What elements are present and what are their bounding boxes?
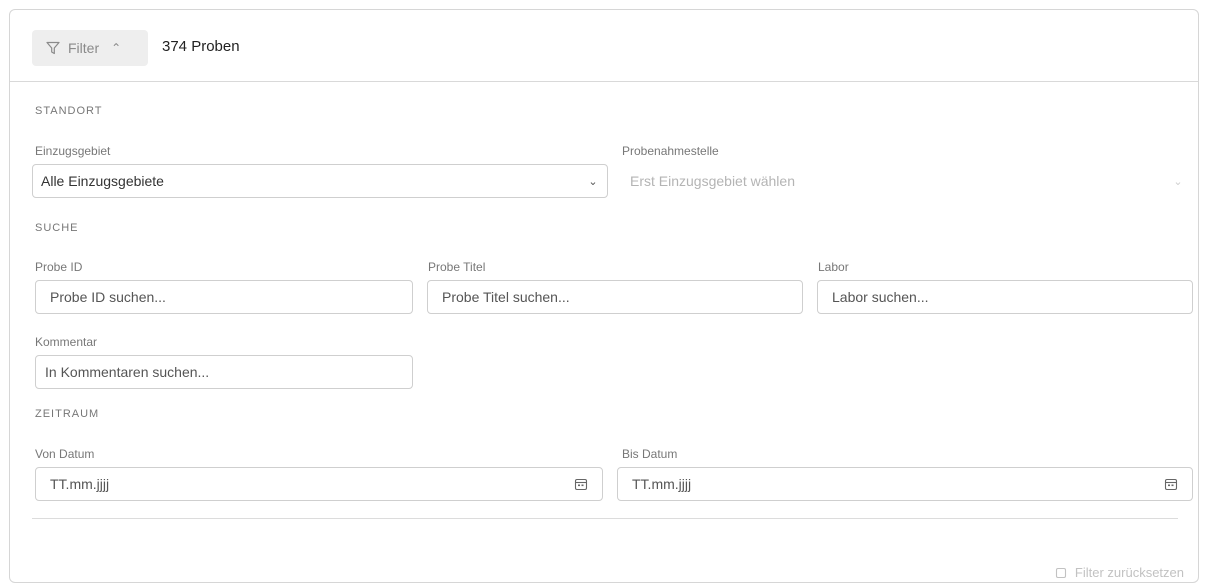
section-title-suche: SUCHE [35,222,79,234]
einzugsgebiet-value: Alle Einzugsgebiete [41,173,164,189]
probe-titel-label: Probe Titel [428,260,486,274]
filter-header: Filter ⌃ 374 Proben [10,10,1198,82]
section-title-zeitraum: ZEITRAUM [35,408,100,420]
kommentar-input[interactable] [45,364,412,380]
kommentar-field[interactable] [35,355,413,389]
chevron-up-icon: ⌃ [111,41,122,55]
filter-toggle-label: Filter [68,40,100,56]
filter-panel: Filter ⌃ 374 Proben STANDORT Einzugsgebi… [9,9,1199,583]
probe-id-field[interactable] [35,280,413,314]
probe-titel-input[interactable] [442,289,802,305]
probenahmestelle-value: Erst Einzugsgebiet wählen [630,173,795,189]
filter-icon [46,41,60,55]
einzugsgebiet-label: Einzugsgebiet [35,144,111,158]
divider [32,518,1178,519]
probe-titel-field[interactable] [427,280,803,314]
labor-label: Labor [818,260,849,274]
labor-input[interactable] [832,289,1192,305]
probe-id-input[interactable] [50,289,412,305]
bis-datum-field[interactable] [617,467,1193,501]
bis-datum-input[interactable] [632,476,1192,492]
bis-datum-label: Bis Datum [622,447,678,461]
calendar-icon[interactable] [574,477,588,491]
von-datum-input[interactable] [50,476,602,492]
calendar-icon[interactable] [1164,477,1178,491]
labor-field[interactable] [817,280,1193,314]
chevron-down-icon: ⌄ [588,175,598,188]
von-datum-label: Von Datum [35,447,95,461]
einzugsgebiet-select[interactable]: Alle Einzugsgebiete ⌄ [32,164,608,198]
kommentar-label: Kommentar [35,335,98,349]
von-datum-field[interactable] [35,467,603,501]
chevron-down-icon: ⌄ [1173,175,1183,188]
filter-toggle-button[interactable]: Filter ⌃ [32,30,148,66]
result-count: 374 Proben [162,38,240,55]
probenahmestelle-label: Probenahmestelle [622,144,719,158]
reset-filter-label: Filter zurücksetzen [1074,565,1184,580]
reset-filter-button[interactable]: Filter zurücksetzen [1055,565,1184,580]
probenahmestelle-select[interactable]: Erst Einzugsgebiet wählen ⌄ [616,164,1192,198]
section-title-standort: STANDORT [35,105,103,117]
probe-id-label: Probe ID [35,260,83,274]
reset-icon [1055,567,1067,579]
